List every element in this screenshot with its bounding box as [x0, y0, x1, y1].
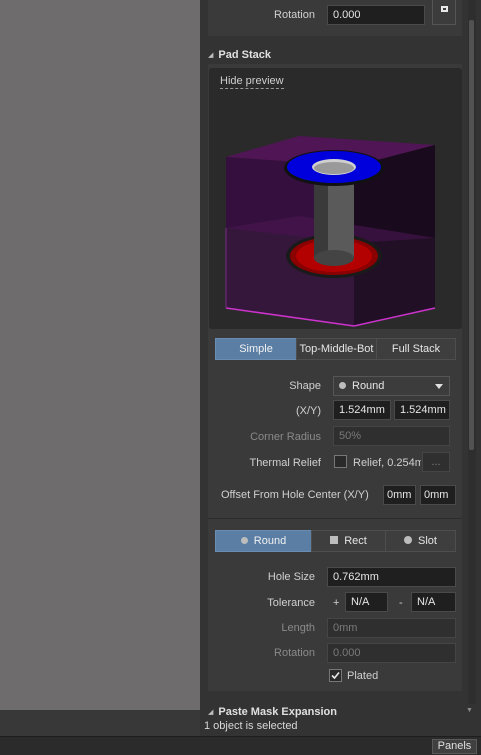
pad-preview[interactable]: Hide preview: [209, 68, 462, 329]
thermal-relief-label: Thermal Relief: [249, 457, 321, 469]
section-divider: [208, 518, 462, 519]
hole-size-label: Hole Size: [267, 571, 315, 583]
shape-label: Shape: [289, 380, 321, 392]
bottom-bar: [0, 736, 481, 755]
collapse-triangle-icon: ◢: [208, 52, 214, 59]
hole-rotation-label: Rotation: [274, 647, 315, 659]
offset-x-input[interactable]: 0mm: [383, 485, 416, 505]
design-canvas[interactable]: [0, 0, 201, 710]
tolerance-minus-sign: -: [399, 597, 403, 609]
corner-radius-input[interactable]: 50%: [333, 426, 450, 446]
xy-label: (X/Y): [295, 405, 321, 417]
canvas-status-strip: [0, 710, 200, 736]
rect-hole-icon: [330, 536, 339, 544]
tab-top-middle-bottom[interactable]: Top-Middle-Bot: [296, 338, 377, 360]
pad-x-input[interactable]: 1.524mm: [333, 400, 391, 420]
thermal-relief-value: Relief, 0.254m: [353, 457, 421, 469]
hole-tab-slot-label: Slot: [418, 535, 437, 547]
hole-tab-rect[interactable]: Rect: [311, 530, 386, 552]
tab-simple[interactable]: Simple: [215, 338, 297, 360]
scroll-down-arrow-icon[interactable]: ▼: [466, 707, 473, 714]
hole-tab-slot[interactable]: Slot: [385, 530, 456, 552]
slot-hole-icon: [404, 536, 413, 544]
shape-value: Round: [352, 380, 385, 392]
hole-tab-round-label: Round: [253, 535, 287, 547]
rotation-label: Rotation: [274, 9, 315, 21]
scrollbar-thumb[interactable]: [469, 20, 474, 450]
lock-icon: [441, 6, 448, 12]
paste-mask-header[interactable]: ◢ Paste Mask Expansion: [208, 706, 337, 718]
round-shape-icon: [339, 382, 346, 389]
chevron-down-icon: [435, 384, 443, 389]
round-hole-icon: [240, 537, 248, 544]
pad-stack-header[interactable]: ◢ Pad Stack: [208, 49, 271, 61]
hole-rotation-input[interactable]: 0.000: [327, 643, 456, 663]
selection-status: 1 object is selected: [204, 720, 298, 732]
pad-stack-title: Pad Stack: [218, 49, 271, 61]
paste-mask-title: Paste Mask Expansion: [218, 706, 337, 718]
lock-button[interactable]: [432, 0, 456, 25]
length-input[interactable]: 0mm: [327, 618, 456, 638]
collapse-triangle-icon: ◢: [208, 709, 214, 716]
panels-button[interactable]: Panels: [432, 739, 477, 754]
tolerance-label: Tolerance: [267, 597, 315, 609]
pad-3d-preview-image: [225, 136, 436, 327]
hole-size-input[interactable]: 0.762mm: [327, 567, 456, 587]
thermal-relief-more-button[interactable]: ...: [422, 452, 450, 472]
hole-tab-round[interactable]: Round: [215, 530, 312, 552]
hole-tab-rect-label: Rect: [344, 535, 367, 547]
offset-y-input[interactable]: 0mm: [420, 485, 456, 505]
tolerance-minus-input[interactable]: N/A: [411, 592, 456, 612]
tab-full-stack[interactable]: Full Stack: [376, 338, 456, 360]
rotation-input[interactable]: 0.000: [327, 5, 425, 25]
pad-y-input[interactable]: 1.524mm: [394, 400, 450, 420]
tolerance-plus-input[interactable]: N/A: [345, 592, 388, 612]
offset-label: Offset From Hole Center (X/Y): [221, 489, 369, 501]
corner-radius-label: Corner Radius: [250, 431, 321, 443]
shape-dropdown[interactable]: Round: [333, 376, 450, 396]
thermal-relief-checkbox[interactable]: [334, 455, 347, 468]
checkmark-icon: [331, 671, 340, 680]
length-label: Length: [281, 622, 315, 634]
tolerance-plus-sign: +: [333, 597, 340, 609]
plated-checkbox[interactable]: [329, 669, 342, 682]
plated-label: Plated: [347, 670, 379, 682]
